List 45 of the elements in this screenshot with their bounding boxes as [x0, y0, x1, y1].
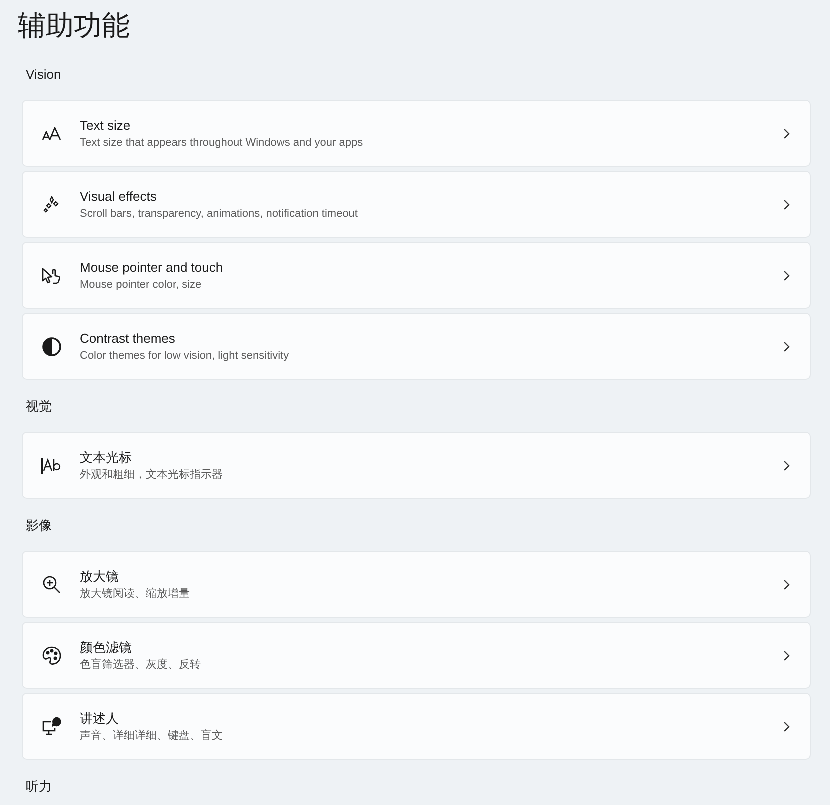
settings-card[interactable]: Text size Text size that appears throughout Windows and your apps — [22, 100, 811, 167]
settings-card[interactable]: 文本光标 外观和粗细，文本光标指示器 — [22, 432, 811, 499]
card-description: 放大镜阅读、缩放增量 — [80, 587, 190, 601]
settings-card[interactable]: Visual effects Scroll bars, transparency, animations, notification timeout — [22, 171, 811, 238]
narrator-icon — [42, 716, 62, 736]
card-description: Text size that appears throughout Windows and your apps — [80, 136, 364, 150]
card-description: 外观和粗细，文本光标指示器 — [80, 468, 223, 482]
card-description: Color themes for low vision, light sensitivity — [80, 349, 290, 363]
chevron-right-icon — [784, 200, 790, 210]
card-title: Visual effects — [80, 188, 157, 205]
card-title: 讲述人 — [80, 710, 119, 727]
settings-card[interactable]: 讲述人 声音、详细详细、键盘、盲文 — [22, 693, 811, 760]
text-size-icon — [42, 126, 62, 140]
chevron-right-icon — [784, 722, 790, 732]
card-description: 色盲筛选器、灰度、反转 — [80, 658, 201, 672]
contrast-icon — [42, 336, 62, 356]
chevron-right-icon — [784, 270, 790, 280]
card-title: Text size — [80, 117, 131, 134]
palette-icon — [42, 646, 62, 666]
chevron-right-icon — [784, 580, 790, 590]
card-title: Contrast themes — [80, 330, 176, 347]
card-description: Mouse pointer color, size — [80, 278, 202, 292]
card-description: Scroll bars, transparency, animations, notification timeout — [80, 207, 358, 221]
chevron-right-icon — [784, 128, 790, 138]
card-description: 声音、详细详细、键盘、盲文 — [80, 729, 223, 743]
settings-card[interactable]: Contrast themes Color themes for low vision, light sensitivity — [22, 313, 811, 380]
settings-card[interactable]: 颜色滤镜 色盲筛选器、灰度、反转 — [22, 622, 811, 689]
chevron-right-icon — [784, 650, 790, 660]
section-label: Vision — [26, 67, 62, 83]
cursor-ab-icon — [40, 458, 62, 474]
card-title: 文本光标 — [80, 449, 132, 466]
section-label: 视觉 — [26, 399, 52, 415]
card-title: 放大镜 — [80, 568, 119, 585]
chevron-right-icon — [784, 460, 790, 470]
sparkle-icon — [42, 196, 60, 214]
section-label: 影像 — [26, 518, 52, 534]
pointer-hand-icon — [42, 266, 62, 284]
card-title: 颜色滤镜 — [80, 639, 132, 656]
page-title: 辅助功能 — [18, 9, 130, 43]
settings-card[interactable]: Mouse pointer and touch Mouse pointer color, size — [22, 242, 811, 309]
card-title: Mouse pointer and touch — [80, 259, 224, 276]
chevron-right-icon — [784, 342, 790, 352]
section-label: 听力 — [26, 779, 52, 795]
zoom-in-icon — [42, 576, 60, 594]
settings-card[interactable]: 放大镜 放大镜阅读、缩放增量 — [22, 551, 811, 618]
